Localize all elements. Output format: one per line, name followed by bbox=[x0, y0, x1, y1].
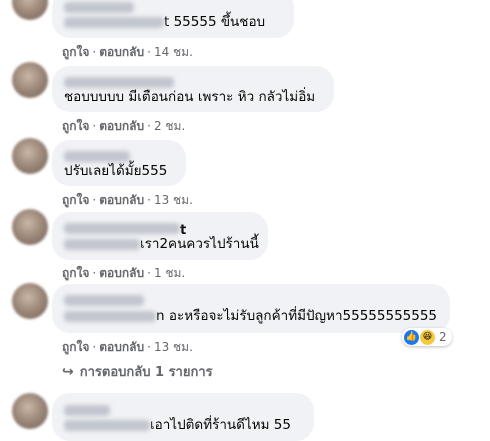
comment-text: n อะหรือจะไม่รับลูกค้าที่มีปัญหา55555555… bbox=[64, 307, 437, 325]
reply-button[interactable]: ตอบกลับ bbox=[99, 193, 144, 207]
comment-text: เรา2คนควรไปร้านนี้ bbox=[64, 235, 259, 253]
view-replies-link[interactable]: ↪ การตอบกลับ 1 รายการ bbox=[62, 361, 213, 382]
reply-arrow-icon: ↪ bbox=[62, 363, 74, 380]
reaction-summary[interactable]: 👍 😆 2 bbox=[402, 328, 452, 346]
avatar[interactable] bbox=[12, 62, 48, 98]
comment-bubble: t 55555 ขึ้นชอบ bbox=[52, 0, 294, 38]
comment-time[interactable]: 13 ชม. bbox=[154, 340, 193, 354]
comment-actions: ถูกใจ · ตอบกลับ · 14 ชม. bbox=[62, 45, 193, 59]
reply-button[interactable]: ตอบกลับ bbox=[99, 119, 144, 133]
comment-actions: ถูกใจ · ตอบกลับ · 1 ชม. bbox=[62, 266, 186, 280]
comment-time[interactable]: 2 ชม. bbox=[154, 119, 185, 133]
reply-button[interactable]: ตอบกลับ bbox=[99, 45, 144, 59]
avatar[interactable] bbox=[12, 283, 48, 319]
reply-button[interactable]: ตอบกลับ bbox=[99, 340, 144, 354]
comment-bubble: n อะหรือจะไม่รับลูกค้าที่มีปัญหา55555555… bbox=[52, 284, 450, 333]
comment-actions: ถูกใจ · ตอบกลับ · 13 ชม. bbox=[62, 193, 193, 207]
comment-bubble: t เรา2คนควรไปร้านนี้ bbox=[52, 212, 268, 260]
like-icon: 👍 bbox=[404, 329, 419, 345]
comment-text: ชอบบบบบ มีเตือนก่อน เพราะ หิว กลัวไม่อิ่… bbox=[64, 89, 316, 105]
avatar[interactable] bbox=[12, 138, 48, 174]
like-button[interactable]: ถูกใจ bbox=[62, 340, 89, 354]
like-button[interactable]: ถูกใจ bbox=[62, 45, 89, 59]
comment-time[interactable]: 14 ชม. bbox=[154, 45, 193, 59]
like-button[interactable]: ถูกใจ bbox=[62, 119, 89, 133]
reaction-count: 2 bbox=[439, 330, 447, 344]
comment-actions: ถูกใจ · ตอบกลับ · 13 ชม. bbox=[62, 340, 193, 354]
comment-bubble: ปรับเลยได้มั้ย555 bbox=[52, 140, 186, 186]
comment-text: ปรับเลยได้มั้ย555 bbox=[64, 163, 168, 179]
like-button[interactable]: ถูกใจ bbox=[62, 266, 89, 280]
comment-bubble: ชอบบบบบ มีเตือนก่อน เพราะ หิว กลัวไม่อิ่… bbox=[52, 66, 334, 112]
comment-time[interactable]: 1 ชม. bbox=[154, 266, 185, 280]
comment-text: t 55555 ขึ้นชอบ bbox=[64, 13, 265, 31]
haha-icon: 😆 bbox=[420, 329, 435, 345]
comment-time[interactable]: 13 ชม. bbox=[154, 193, 193, 207]
avatar[interactable] bbox=[12, 209, 48, 245]
comment-bubble: เอาไปติดที่ร้านดีไหม 55 bbox=[52, 393, 314, 441]
like-button[interactable]: ถูกใจ bbox=[62, 193, 89, 207]
comment-text: เอาไปติดที่ร้านดีไหม 55 bbox=[64, 416, 291, 434]
comment-actions: ถูกใจ · ตอบกลับ · 2 ชม. bbox=[62, 119, 186, 133]
avatar[interactable] bbox=[12, 393, 48, 429]
avatar[interactable] bbox=[12, 0, 48, 20]
reply-button[interactable]: ตอบกลับ bbox=[99, 266, 144, 280]
